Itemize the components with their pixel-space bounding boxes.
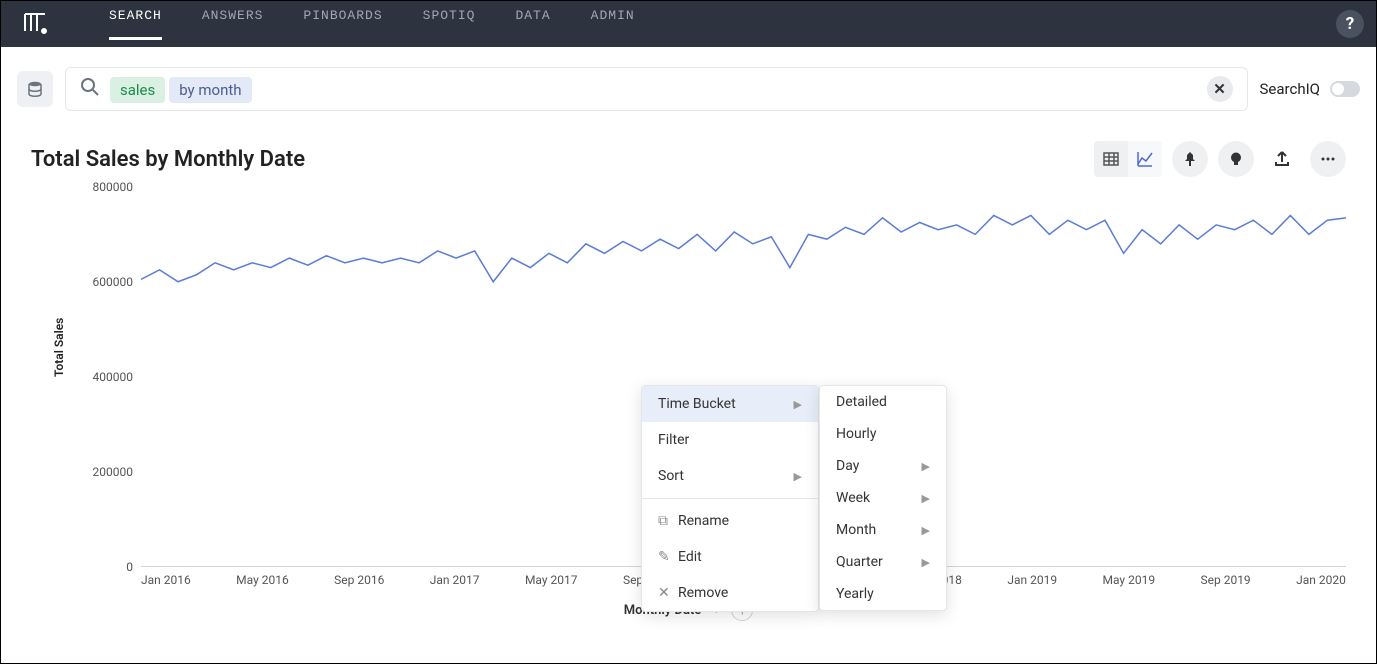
menu-item-edit[interactable]: ✎Edit	[642, 539, 818, 575]
search-chip[interactable]: sales	[110, 77, 165, 103]
chevron-right-icon: ▶	[794, 398, 802, 411]
submenu-item-yearly[interactable]: Yearly	[820, 578, 946, 610]
nav-item-data[interactable]: DATA	[515, 8, 550, 40]
menu-item-label: Time Bucket	[658, 396, 794, 412]
submenu-item-week[interactable]: Week ▶	[820, 482, 946, 514]
y-tick: 400000	[73, 370, 133, 384]
submenu-item-label: Hourly	[836, 426, 876, 442]
nav-items: SEARCH ANSWERS PINBOARDS SPOTIQ DATA ADMIN	[109, 8, 635, 40]
y-tick: 600000	[73, 275, 133, 289]
share-button[interactable]	[1264, 141, 1300, 177]
searchiq-toggle-group: SearchIQ	[1260, 80, 1360, 98]
chart-title: Total Sales by Monthly Date	[31, 147, 305, 172]
search-chip[interactable]: by month	[169, 77, 251, 103]
searchiq-toggle[interactable]	[1330, 81, 1360, 97]
menu-item-rename[interactable]: ⧉Rename	[642, 503, 818, 539]
title-row: Total Sales by Monthly Date	[31, 141, 1346, 177]
table-icon	[1102, 150, 1120, 168]
submenu-item-label: Detailed	[836, 394, 887, 410]
x-tick: May 2016	[236, 573, 289, 587]
x-tick: Jan 2016	[141, 573, 191, 587]
more-button[interactable]	[1310, 141, 1346, 177]
chart-view-button[interactable]	[1128, 141, 1162, 177]
menu-item-sort[interactable]: Sort▶	[642, 458, 818, 494]
nav-item-search[interactable]: SEARCH	[109, 8, 162, 40]
y-tick: 200000	[73, 465, 133, 479]
x-tick: Jan 2020	[1296, 573, 1346, 587]
submenu-item-detailed[interactable]: Detailed	[820, 386, 946, 418]
y-tick: 800000	[73, 180, 133, 194]
help-button[interactable]: ?	[1336, 10, 1364, 38]
remove-icon: ✕	[658, 585, 678, 601]
lightbulb-icon	[1228, 151, 1244, 167]
menu-item-label: Remove	[678, 585, 802, 601]
y-tick: 0	[73, 560, 133, 574]
x-tick: May 2019	[1103, 573, 1156, 587]
menu-item-time-bucket[interactable]: Time Bucket▶	[642, 386, 818, 422]
more-icon	[1319, 150, 1337, 168]
data-source-button[interactable]	[17, 71, 53, 107]
time-bucket-submenu: Detailed Hourly Day ▶ Week ▶ Month ▶ Quarter ▶ Yea…	[819, 385, 947, 611]
search-row: sales by month ✕ SearchIQ	[1, 47, 1376, 131]
menu-item-remove[interactable]: ✕Remove	[642, 575, 818, 611]
chevron-right-icon: ▶	[922, 492, 930, 505]
submenu-item-label: Week	[836, 490, 870, 506]
submenu-item-label: Quarter	[836, 554, 883, 570]
menu-item-label: Sort	[658, 468, 794, 484]
nav-item-answers[interactable]: ANSWERS	[202, 8, 264, 40]
searchiq-label: SearchIQ	[1260, 80, 1320, 98]
pin-button[interactable]	[1172, 141, 1208, 177]
clear-search-button[interactable]: ✕	[1207, 76, 1233, 102]
search-bar[interactable]: sales by month ✕	[65, 67, 1248, 111]
x-tick: Sep 2016	[334, 573, 384, 587]
table-view-button[interactable]	[1094, 141, 1128, 177]
app-logo[interactable]	[21, 10, 49, 38]
nav-item-pinboards[interactable]: PINBOARDS	[303, 8, 382, 40]
search-icon	[80, 77, 100, 101]
chevron-right-icon: ▶	[922, 460, 930, 473]
share-icon	[1273, 150, 1291, 168]
nav-item-spotiq[interactable]: SPOTIQ	[423, 8, 476, 40]
top-nav: SEARCH ANSWERS PINBOARDS SPOTIQ DATA ADMIN ?	[1, 1, 1376, 47]
menu-item-label: Rename	[678, 513, 802, 529]
pin-icon	[1182, 151, 1198, 167]
database-icon	[26, 80, 44, 98]
nav-item-admin[interactable]: ADMIN	[591, 8, 635, 40]
context-menu: Time Bucket▶FilterSort▶⧉Rename✎Edit✕Remo…	[641, 385, 819, 612]
submenu-item-day[interactable]: Day ▶	[820, 450, 946, 482]
x-tick: Jan 2017	[430, 573, 480, 587]
insights-button[interactable]	[1218, 141, 1254, 177]
action-icons	[1094, 141, 1346, 177]
y-axis-label: Total Sales	[52, 318, 66, 377]
x-tick: Jan 2019	[1007, 573, 1057, 587]
menu-item-filter[interactable]: Filter	[642, 422, 818, 458]
submenu-item-label: Month	[836, 522, 876, 538]
submenu-item-label: Day	[836, 458, 859, 474]
x-tick: May 2017	[525, 573, 578, 587]
edit-icon: ✎	[658, 549, 678, 565]
submenu-item-label: Yearly	[836, 586, 874, 602]
x-tick: Sep 2019	[1201, 573, 1251, 587]
rename-icon: ⧉	[658, 513, 678, 529]
submenu-item-quarter[interactable]: Quarter ▶	[820, 546, 946, 578]
submenu-item-hourly[interactable]: Hourly	[820, 418, 946, 450]
menu-item-label: Filter	[658, 432, 802, 448]
line-chart-icon	[1136, 150, 1154, 168]
menu-item-label: Edit	[678, 549, 802, 565]
chevron-right-icon: ▶	[794, 470, 802, 483]
submenu-item-month[interactable]: Month ▶	[820, 514, 946, 546]
chevron-right-icon: ▶	[922, 556, 930, 569]
chevron-right-icon: ▶	[922, 524, 930, 537]
y-axis-ticks: 0200000400000600000800000	[73, 187, 133, 567]
